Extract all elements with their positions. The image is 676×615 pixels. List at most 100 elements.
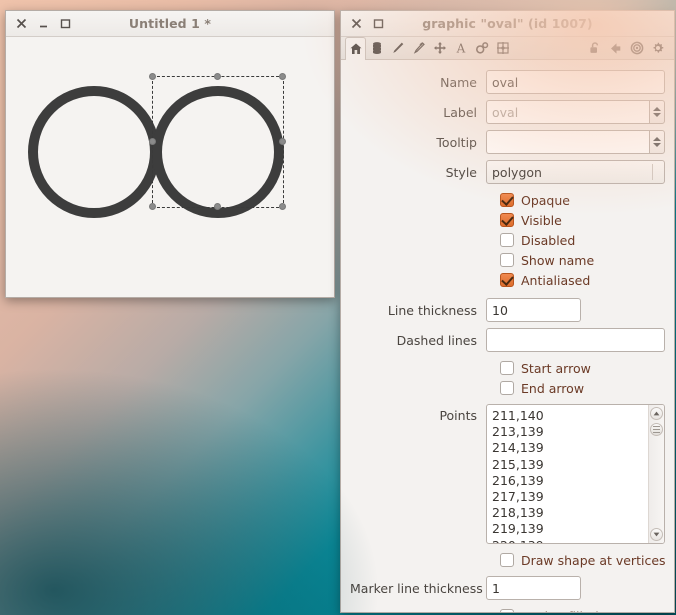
circle-left[interactable] <box>28 86 160 218</box>
checkbox-visible-box[interactable] <box>500 213 514 227</box>
checkbox-start-arrow-label: Start arrow <box>521 360 591 376</box>
style-spin-buttons[interactable] <box>657 171 659 173</box>
scroll-down-icon[interactable] <box>650 528 663 541</box>
resize-handle-s[interactable] <box>214 203 221 210</box>
checkbox-show-name[interactable]: Show name <box>500 250 665 270</box>
style-combo[interactable]: polygon <box>486 160 665 184</box>
label-spin-buttons[interactable] <box>649 100 665 124</box>
checkbox-marker-filled-box[interactable] <box>500 609 514 612</box>
gear-icon[interactable] <box>647 37 668 59</box>
pin-icon[interactable] <box>605 37 626 59</box>
name-field-wrap <box>486 70 665 94</box>
checkbox-marker-filled[interactable]: Marker filled <box>500 606 665 612</box>
marker-line-thickness-label: Marker line thickness <box>350 580 483 596</box>
pencil-icon[interactable] <box>387 37 408 59</box>
list-item[interactable]: 215,139 <box>492 457 648 473</box>
checkbox-opaque-box[interactable] <box>500 193 514 207</box>
checkbox-disabled-box[interactable] <box>500 233 514 247</box>
list-item[interactable]: 216,139 <box>492 473 648 489</box>
checkbox-marker-filled-label: Marker filled <box>521 609 599 613</box>
home-icon[interactable] <box>345 37 366 60</box>
checkbox-draw-shape-at-vertices-label: Draw shape at vertices <box>521 552 666 568</box>
checkbox-antialiased-box[interactable] <box>500 273 514 287</box>
scrollbar-thumb[interactable] <box>650 423 663 436</box>
field-row-marker-line-thickness: Marker line thickness <box>350 576 665 600</box>
spin-up-icon[interactable] <box>653 137 662 141</box>
target-icon[interactable] <box>626 37 647 59</box>
tooltip-spinner <box>486 130 665 154</box>
field-row-style: Style polygon <box>350 160 665 184</box>
list-item[interactable]: 213,139 <box>492 424 648 440</box>
tooltip-input[interactable] <box>486 130 650 154</box>
drawing-canvas[interactable] <box>6 37 334 297</box>
props-window-controls <box>341 17 385 30</box>
spin-down-icon[interactable] <box>653 143 662 147</box>
line-thickness-input[interactable] <box>486 298 581 322</box>
points-listbox[interactable]: 211,140 213,139 214,139 215,139 216,139 … <box>486 404 665 544</box>
move-icon[interactable] <box>429 37 450 59</box>
spin-down-icon[interactable] <box>653 113 662 117</box>
list-item[interactable]: 220,139 <box>492 538 648 543</box>
label-input[interactable] <box>486 100 650 124</box>
list-item[interactable]: 219,139 <box>492 521 648 537</box>
checkbox-end-arrow-box[interactable] <box>500 381 514 395</box>
checkbox-show-name-box[interactable] <box>500 253 514 267</box>
checkbox-visible[interactable]: Visible <box>500 210 665 230</box>
points-list[interactable]: 211,140 213,139 214,139 215,139 216,139 … <box>487 405 648 543</box>
list-item[interactable]: 214,139 <box>492 440 648 456</box>
unlock-icon[interactable] <box>584 37 605 59</box>
checkbox-disabled[interactable]: Disabled <box>500 230 665 250</box>
props-titlebar[interactable]: graphic "oval" (id 1007) <box>341 11 674 37</box>
checkbox-start-arrow[interactable]: Start arrow <box>500 358 665 378</box>
resize-handle-nw[interactable] <box>149 73 156 80</box>
style-combo-value: polygon <box>492 164 542 180</box>
dashed-lines-label: Dashed lines <box>396 332 477 348</box>
canvas-titlebar[interactable]: Untitled 1 * <box>6 11 334 37</box>
graphic-properties-window: graphic "oval" (id 1007) A Name oval Lab… <box>340 10 675 613</box>
list-item[interactable]: 211,140 <box>492 408 648 424</box>
style-field-wrap: polygon <box>486 160 665 184</box>
dashed-lines-input[interactable] <box>486 328 665 352</box>
checkbox-draw-shape-at-vertices[interactable]: Draw shape at vertices <box>500 550 666 570</box>
points-scrollbar[interactable] <box>648 405 664 543</box>
wand-icon[interactable] <box>408 37 429 59</box>
marker-line-thickness-input[interactable] <box>486 576 581 600</box>
resize-handle-ne[interactable] <box>279 73 286 80</box>
canvas-window-controls <box>6 17 72 30</box>
draw-shape-checkbox-group: Draw shape at vertices <box>500 550 666 570</box>
close-icon[interactable] <box>350 17 363 30</box>
settings-gear-small-icon[interactable] <box>471 37 492 59</box>
spin-up-icon[interactable] <box>653 107 662 111</box>
maximize-icon[interactable] <box>372 17 385 30</box>
field-row-label: Label <box>350 100 665 124</box>
label-label: Label <box>443 104 477 120</box>
scroll-up-icon[interactable] <box>650 407 663 420</box>
checkbox-start-arrow-box[interactable] <box>500 361 514 375</box>
checkbox-opaque[interactable]: Opaque <box>500 190 665 210</box>
grid-icon[interactable] <box>492 37 513 59</box>
close-icon[interactable] <box>15 17 28 30</box>
field-row-line-thickness: Line thickness <box>350 298 665 322</box>
checkbox-antialiased-label: Antialiased <box>521 272 591 288</box>
arrow-checkbox-group: Start arrow End arrow <box>500 358 665 398</box>
resize-handle-e[interactable] <box>279 138 286 145</box>
resize-handle-n[interactable] <box>214 73 221 80</box>
resize-handle-w[interactable] <box>149 138 156 145</box>
checkbox-opaque-label: Opaque <box>521 192 570 208</box>
resize-handle-sw[interactable] <box>149 203 156 210</box>
checkbox-antialiased[interactable]: Antialiased <box>500 270 665 290</box>
checkbox-end-arrow[interactable]: End arrow <box>500 378 665 398</box>
list-item[interactable]: 217,139 <box>492 489 648 505</box>
tooltip-spin-buttons[interactable] <box>649 130 665 154</box>
text-icon[interactable]: A <box>450 37 471 59</box>
field-row-name: Name <box>350 70 665 94</box>
resize-handle-se[interactable] <box>279 203 286 210</box>
minimize-icon[interactable] <box>37 17 50 30</box>
maximize-icon[interactable] <box>59 17 72 30</box>
name-input[interactable] <box>486 70 665 94</box>
list-item[interactable]: 218,139 <box>492 505 648 521</box>
checkbox-draw-shape-at-vertices-box[interactable] <box>500 553 514 567</box>
database-icon[interactable] <box>366 37 387 59</box>
props-toolbar: A <box>341 37 674 60</box>
